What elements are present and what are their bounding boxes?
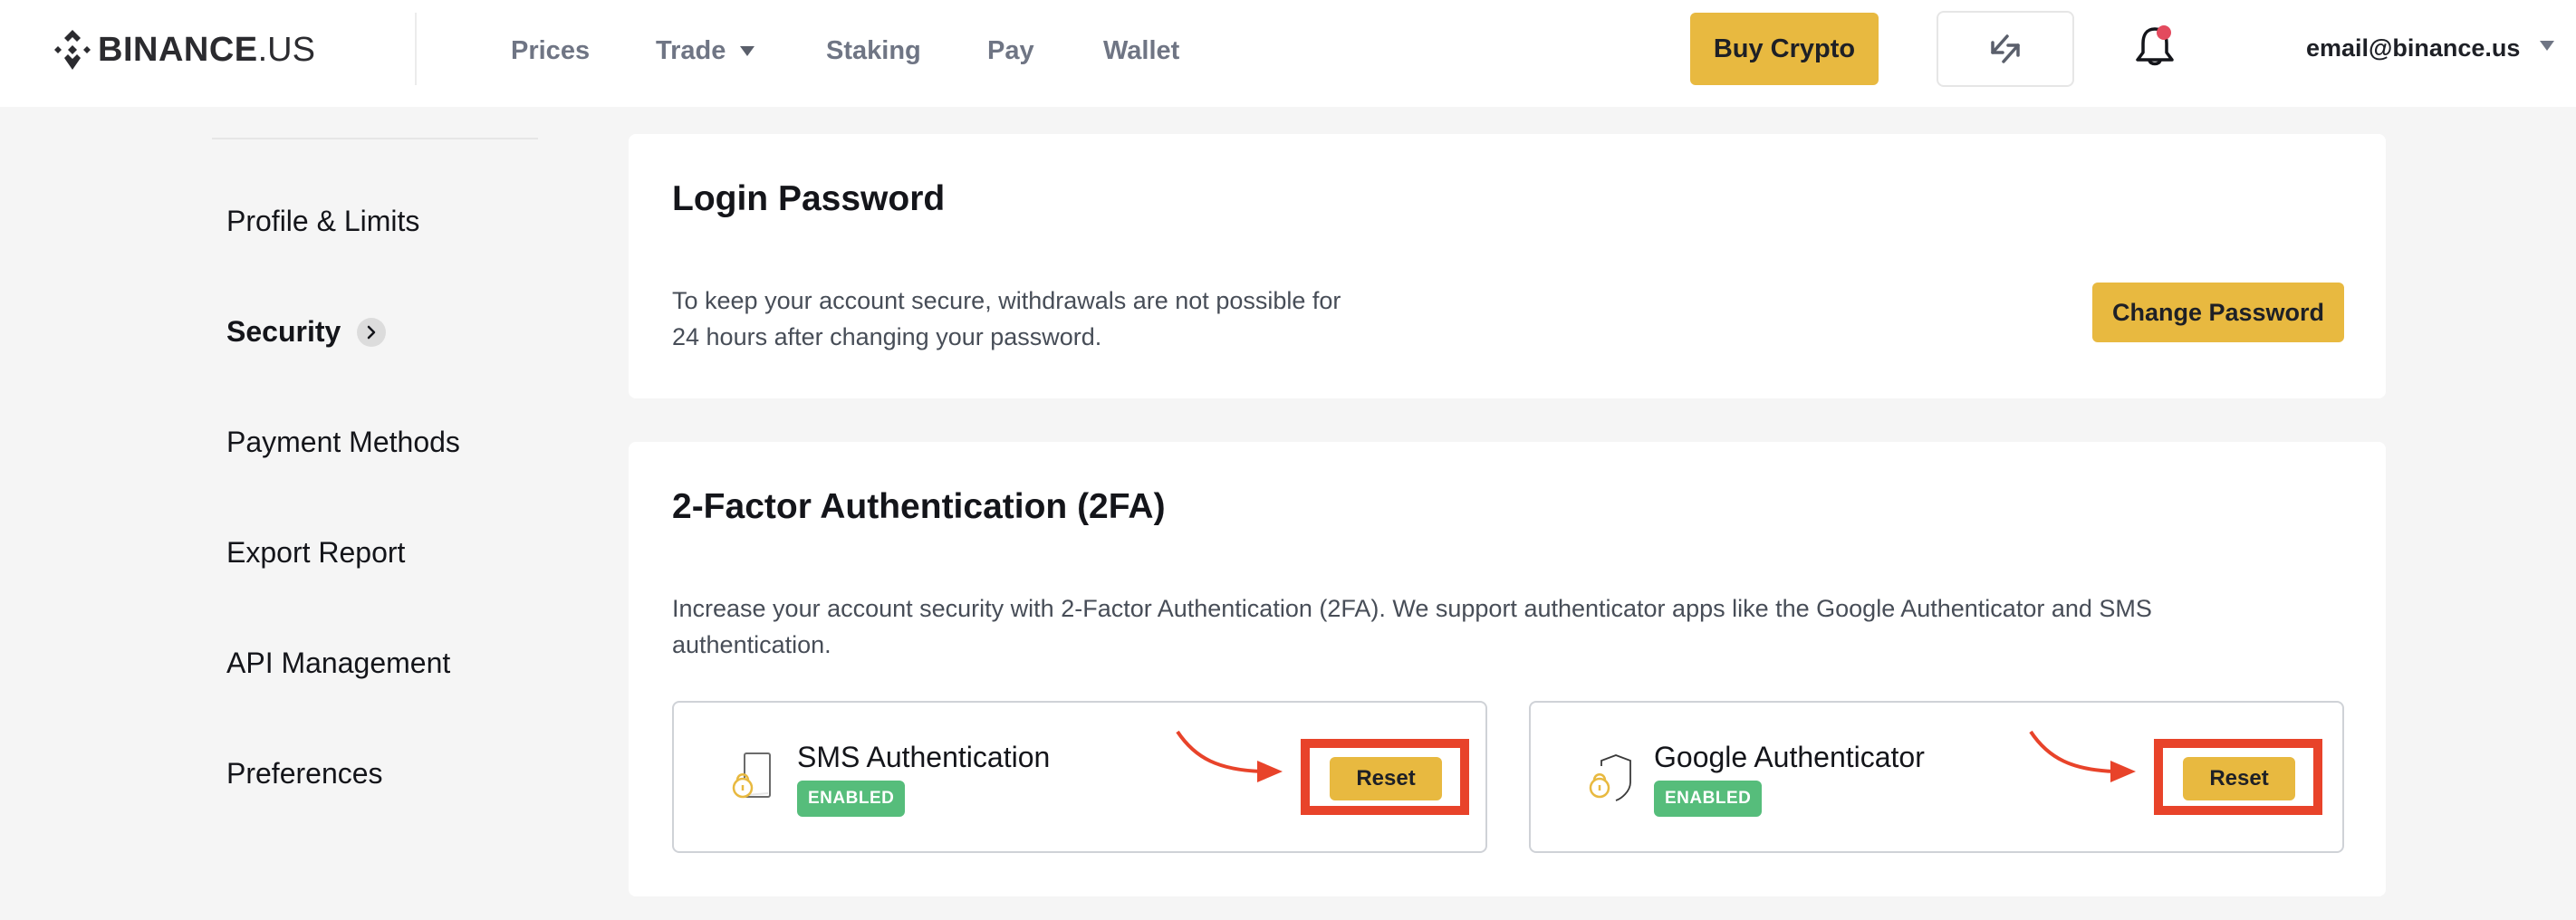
sidebar-item-payment-methods[interactable]: Payment Methods [226,426,460,459]
binance-logo-icon [54,30,91,70]
sidebar-item-export-report[interactable]: Export Report [226,536,405,570]
swap-arrows-icon [1991,34,2020,63]
reset-sms-button[interactable]: Reset [1330,757,1442,800]
account-menu[interactable]: email@binance.us [2306,34,2555,62]
account-email: email@binance.us [2306,34,2521,62]
nav-wallet[interactable]: Wallet [1103,36,1179,66]
two-factor-description: Increase your account security with 2-Fa… [672,595,2152,658]
sidebar-item-api-management[interactable]: API Management [226,647,450,680]
status-badge: ENABLED [797,781,906,817]
login-password-description: To keep your account secure, withdrawals… [672,287,1341,350]
brand-suffix: .US [257,30,315,69]
notification-dot [2157,25,2171,40]
buy-crypto-button[interactable]: Buy Crypto [1690,13,1879,85]
sidebar-item-preferences[interactable]: Preferences [226,757,383,791]
sms-authentication-label: SMS Authentication [797,741,1051,773]
sms-authentication-item: SMS Authentication ENABLED Reset [672,701,1487,853]
annotation-arrow [1176,730,1283,782]
login-password-title: Login Password [672,179,946,218]
nav-prices[interactable]: Prices [511,36,590,66]
two-factor-card: 2-Factor Authentication (2FA) Increase y… [629,442,2386,896]
binance-us-logo[interactable]: BINANCE .US [53,27,315,72]
shield-lock-icon [1589,754,1631,801]
sidebar-divider [212,138,538,139]
reset-google-authenticator-button[interactable]: Reset [2183,757,2295,800]
sidebar-item-security[interactable]: Security [226,315,387,349]
google-authenticator-item: Google Authenticator ENABLED Reset [1529,701,2344,853]
annotation-arrow [2029,730,2136,782]
google-authenticator-label: Google Authenticator [1654,741,1925,773]
phone-lock-icon [732,752,771,799]
header-divider [415,13,417,85]
login-password-card: Login Password To keep your account secu… [629,134,2386,398]
caret-down-icon [740,45,755,56]
change-password-button[interactable]: Change Password [2092,283,2344,342]
two-factor-title: 2-Factor Authentication (2FA) [672,487,1166,526]
caret-down-icon [2540,41,2555,51]
nav-staking[interactable]: Staking [826,36,921,66]
nav-trade[interactable]: Trade [656,36,755,66]
brand-name: BINANCE [98,30,258,69]
status-badge: ENABLED [1654,781,1763,817]
sidebar-item-profile-limits[interactable]: Profile & Limits [226,205,419,238]
chevron-right-icon [357,317,387,347]
top-nav-bar: BINANCE .US Prices Trade Staking Pay Wall… [0,0,2576,107]
nav-pay[interactable]: Pay [987,36,1034,66]
convert-button[interactable] [1937,11,2074,87]
